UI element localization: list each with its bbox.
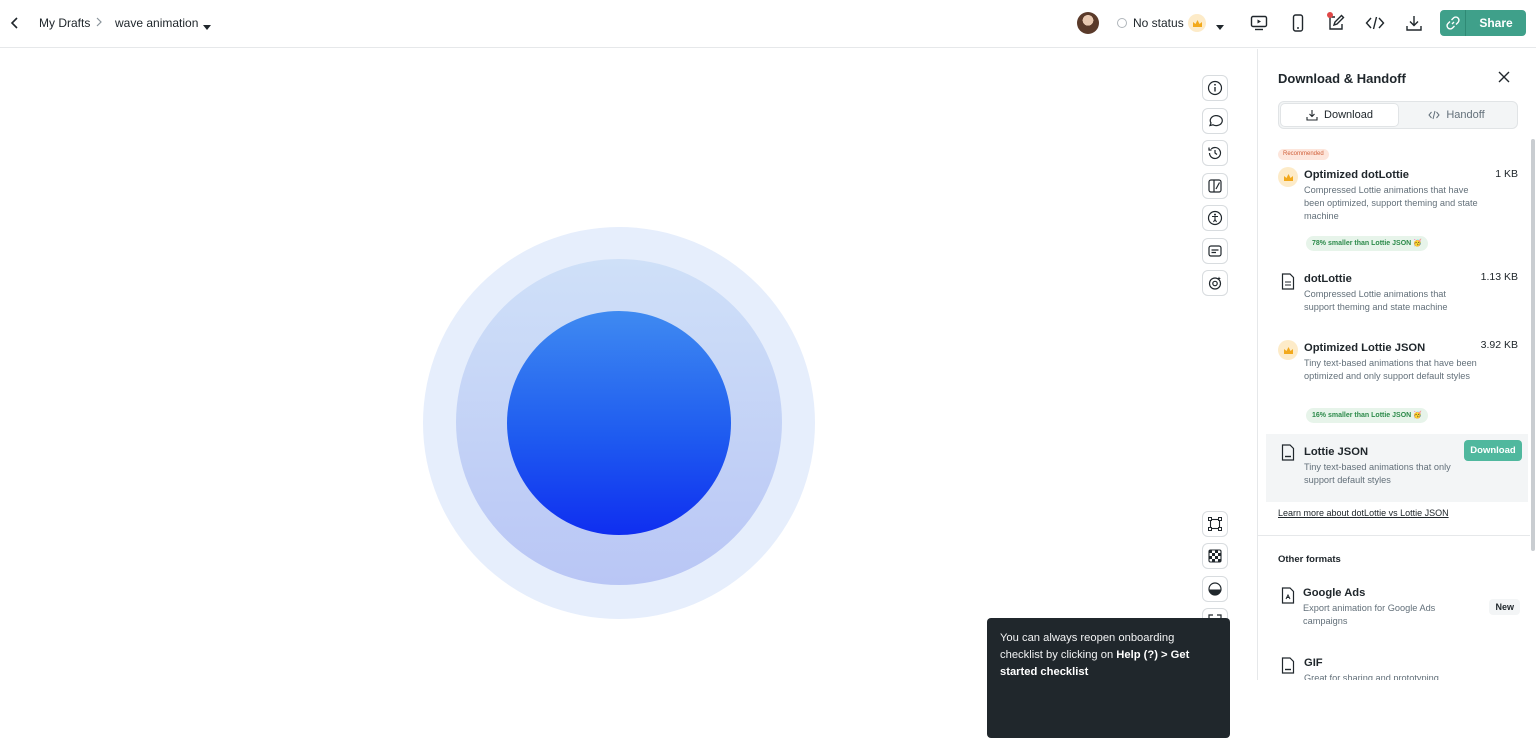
format-gif[interactable]: GIF Great for sharing and prototyping xyxy=(1266,651,1528,680)
panel-tabs: Download Handoff xyxy=(1278,101,1518,129)
animation-canvas[interactable]: You can always reopen onboarding checkli… xyxy=(0,49,1257,738)
onboarding-toast: You can always reopen onboarding checkli… xyxy=(987,618,1230,738)
tab-download-label: Download xyxy=(1324,109,1373,121)
core-circle xyxy=(507,311,731,535)
bounding-box-icon[interactable] xyxy=(1202,511,1228,537)
format-name: Lottie JSON xyxy=(1304,446,1369,458)
notification-dot xyxy=(1327,12,1333,18)
download-icon xyxy=(1306,110,1318,121)
panel-scrollbar[interactable] xyxy=(1531,139,1535,551)
format-name: Optimized Lottie JSON xyxy=(1304,342,1426,354)
code-icon xyxy=(1428,110,1440,120)
file-menu-caret-icon[interactable] xyxy=(202,19,212,37)
theme-icon[interactable] xyxy=(1202,173,1228,199)
back-chevron-icon[interactable] xyxy=(6,14,24,32)
download-button[interactable]: Download xyxy=(1464,440,1522,461)
format-size: 1 KB xyxy=(1495,168,1518,180)
status-circle-icon xyxy=(1117,18,1127,28)
subtitles-icon[interactable] xyxy=(1202,238,1228,264)
user-avatar[interactable] xyxy=(1077,12,1099,34)
info-icon[interactable] xyxy=(1202,75,1228,101)
share-button[interactable]: Share xyxy=(1466,10,1526,36)
link-icon[interactable] xyxy=(1440,10,1466,36)
format-name: Google Ads xyxy=(1303,587,1366,599)
crown-icon xyxy=(1188,14,1206,32)
format-google-ads[interactable]: Google Ads Export animation for Google A… xyxy=(1266,581,1528,631)
format-description: Tiny text-based animations that only sup… xyxy=(1304,462,1451,485)
other-formats-title: Other formats xyxy=(1278,554,1341,565)
code-icon[interactable] xyxy=(1364,12,1386,34)
format-description: Great for sharing and prototyping xyxy=(1304,673,1439,680)
comment-icon[interactable] xyxy=(1202,108,1228,134)
format-size: 1.13 KB xyxy=(1480,271,1518,283)
close-icon[interactable] xyxy=(1496,69,1512,85)
share-button-group: Share xyxy=(1440,10,1526,36)
learn-more-link[interactable]: Learn more about dotLottie vs Lottie JSO… xyxy=(1278,508,1449,518)
top-bar: My Drafts wave animation No status Share xyxy=(0,0,1536,48)
format-optimized-lottie-json[interactable]: Optimized Lottie JSON 3.92 KB Tiny text-… xyxy=(1266,336,1528,428)
size-savings-badge: 16% smaller than Lottie JSON 🥳 xyxy=(1306,408,1428,423)
download-handoff-panel: Download & Handoff Download Handoff Reco… xyxy=(1257,49,1536,680)
size-savings-badge: 78% smaller than Lottie JSON 🥳 xyxy=(1306,236,1428,251)
format-description: Compressed Lottie animations that have b… xyxy=(1304,185,1478,221)
panel-title: Download & Handoff xyxy=(1278,71,1406,86)
download-icon[interactable] xyxy=(1403,12,1425,34)
json-file-icon xyxy=(1278,442,1298,462)
transparency-grid-icon[interactable] xyxy=(1202,543,1228,569)
format-description: Export animation for Google Ads campaign… xyxy=(1303,603,1436,626)
format-name: dotLottie xyxy=(1304,273,1352,285)
status-label[interactable]: No status xyxy=(1133,16,1184,30)
format-name: GIF xyxy=(1304,657,1323,669)
format-name: Optimized dotLottie xyxy=(1304,169,1410,181)
tab-handoff-label: Handoff xyxy=(1446,109,1485,121)
format-optimized-dotlottie[interactable]: Optimized dotLottie 1 KB Compressed Lott… xyxy=(1266,163,1528,255)
tab-download[interactable]: Download xyxy=(1281,104,1398,126)
crown-icon xyxy=(1278,167,1298,187)
format-size: 3.92 KB xyxy=(1480,339,1518,351)
background-color-icon[interactable] xyxy=(1202,576,1228,602)
crown-icon xyxy=(1278,340,1298,360)
format-description: Compressed Lottie animations that suppor… xyxy=(1304,289,1448,312)
accessibility-icon[interactable] xyxy=(1202,205,1228,231)
recommended-badge: Recommended xyxy=(1278,149,1329,160)
format-lottie-json[interactable]: Lottie JSON Tiny text-based animations t… xyxy=(1266,434,1528,502)
breadcrumb-separator-icon xyxy=(95,15,105,29)
breadcrumb-file-name[interactable]: wave animation xyxy=(115,16,198,30)
breadcrumb-my-drafts[interactable]: My Drafts xyxy=(39,16,90,30)
present-icon[interactable] xyxy=(1248,12,1270,34)
gif-file-icon xyxy=(1278,655,1298,675)
history-icon[interactable] xyxy=(1202,140,1228,166)
mobile-preview-icon[interactable] xyxy=(1287,12,1309,34)
file-icon xyxy=(1278,585,1298,605)
new-badge: New xyxy=(1489,599,1520,615)
ai-motion-icon[interactable] xyxy=(1202,270,1228,296)
status-caret-icon[interactable] xyxy=(1215,19,1225,37)
divider xyxy=(1258,535,1530,536)
file-icon xyxy=(1278,271,1298,291)
format-description: Tiny text-based animations that have bee… xyxy=(1304,358,1477,381)
tab-handoff[interactable]: Handoff xyxy=(1398,104,1515,126)
format-dotlottie[interactable]: dotLottie 1.13 KB Compressed Lottie anim… xyxy=(1266,267,1528,319)
